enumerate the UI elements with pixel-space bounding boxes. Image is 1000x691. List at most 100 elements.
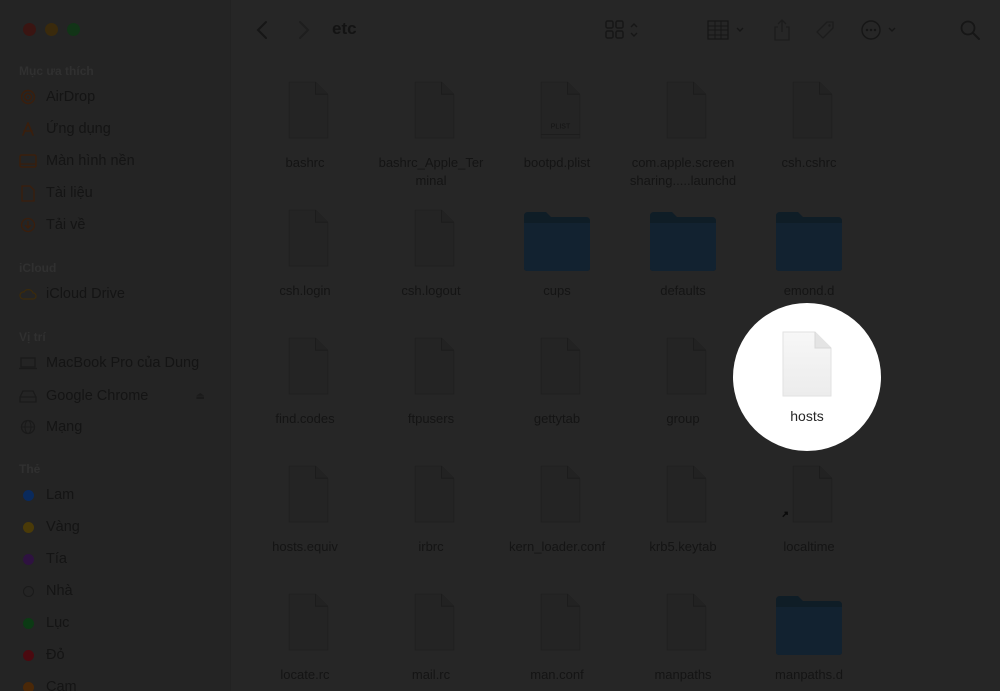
search-icon: [960, 20, 980, 40]
file-item[interactable]: manpaths: [620, 588, 746, 684]
folder-icon: [522, 210, 592, 272]
close-button[interactable]: [23, 23, 36, 36]
maximize-button[interactable]: [67, 23, 80, 36]
tag-color-icon: [19, 582, 37, 600]
file-item[interactable]: localtime: [746, 460, 872, 556]
sidebar-item-applications[interactable]: Ứng dụng: [19, 117, 219, 141]
sidebar-tag-red[interactable]: Đỏ: [19, 643, 219, 667]
file-label: hosts.equiv: [272, 539, 338, 554]
file-item[interactable]: irbrc: [368, 460, 494, 556]
file-item[interactable]: emond.d: [746, 204, 872, 300]
file-item[interactable]: ftpusers: [368, 332, 494, 428]
search-button[interactable]: [958, 16, 982, 44]
file-icon: [403, 588, 459, 656]
file-label: com.apple.screen sharing.....launchd: [629, 155, 737, 188]
file-item[interactable]: bashrc_Apple_Ter minal: [368, 76, 494, 190]
sidebar-item-label: Vàng: [46, 519, 80, 535]
file-item[interactable]: locate.rc: [242, 588, 368, 684]
tag-color-icon: [19, 646, 37, 664]
sidebar-item-downloads[interactable]: Tải về: [19, 213, 219, 237]
file-label: irbrc: [418, 539, 444, 554]
file-icon: [403, 76, 459, 144]
folder-icon: [648, 210, 718, 272]
file-label: bashrc_Apple_Ter minal: [378, 155, 484, 188]
file-item[interactable]: group: [620, 332, 746, 428]
sidebar-item-macbook[interactable]: MacBook Pro của Dung: [19, 351, 219, 375]
file-item[interactable]: PLIST bootpd.plist: [494, 76, 620, 172]
sidebar-item-network[interactable]: Mạng: [19, 415, 219, 439]
file-item[interactable]: csh.logout: [368, 204, 494, 300]
file-item[interactable]: defaults: [620, 204, 746, 300]
file-item[interactable]: csh.login: [242, 204, 368, 300]
file-item[interactable]: com.apple.screen sharing.....launchd: [620, 76, 746, 190]
file-item[interactable]: manpaths.d: [746, 588, 872, 684]
section-title-tags: Thẻ: [19, 462, 41, 476]
file-label: csh.cshrc: [781, 155, 837, 170]
sidebar-tag-home[interactable]: Nhà: [19, 579, 219, 603]
folder-icon: [774, 210, 844, 272]
more-icon: [861, 20, 896, 40]
sidebar-item-label: Lục: [46, 615, 70, 631]
minimize-button[interactable]: [45, 23, 58, 36]
laptop-icon: [19, 354, 37, 372]
file-icon: [277, 332, 333, 400]
file-icon: [403, 204, 459, 272]
share-button[interactable]: [770, 16, 794, 44]
forward-button[interactable]: [294, 16, 314, 44]
file-item[interactable]: mail.rc: [368, 588, 494, 684]
file-item[interactable]: csh.cshrc: [746, 76, 872, 172]
file-item[interactable]: kern_loader.conf: [494, 460, 620, 556]
tag-button[interactable]: [812, 16, 838, 44]
file-label: mail.rc: [411, 667, 451, 682]
tag-color-icon: [19, 518, 37, 536]
file-icon: [403, 332, 459, 400]
sidebar-tag-purple[interactable]: Tía: [19, 547, 219, 571]
file-item[interactable]: krb5.keytab: [620, 460, 746, 556]
back-button[interactable]: [252, 16, 272, 44]
section-title-icloud: iCloud: [19, 261, 57, 275]
forward-icon: [299, 21, 310, 39]
file-label: kern_loader.conf: [508, 539, 606, 554]
file-item[interactable]: hosts.equiv: [242, 460, 368, 556]
section-title-favorites: Mục ưa thích: [19, 64, 94, 78]
file-icon: PLIST: [529, 76, 585, 144]
file-icon: [655, 588, 711, 656]
sidebar-item-documents[interactable]: Tài liệu: [19, 181, 219, 205]
svg-text:PLIST: PLIST: [551, 123, 571, 130]
window-controls: [23, 23, 80, 36]
sidebar-item-label: Google Chrome: [46, 388, 149, 404]
icon-view-icon: [605, 20, 638, 39]
sidebar-item-google-chrome[interactable]: Google Chrome ⏏: [19, 384, 219, 408]
sidebar-tag-orange[interactable]: Cam: [19, 675, 219, 691]
hosts-spotlight[interactable]: hosts: [733, 303, 881, 451]
sidebar-item-label: MacBook Pro của Dung: [46, 355, 200, 371]
sidebar-item-label: AirDrop: [46, 89, 96, 105]
group-button[interactable]: [706, 16, 748, 44]
sidebar-item-airdrop[interactable]: AirDrop: [19, 85, 219, 109]
file-icon: [655, 76, 711, 144]
tag-color-icon: [19, 678, 37, 691]
file-label: csh.logout: [401, 283, 461, 298]
file-item[interactable]: find.codes: [242, 332, 368, 428]
file-label: defaults: [660, 283, 706, 298]
sidebar-item-label: Mạng: [46, 419, 83, 435]
file-item[interactable]: cups: [494, 204, 620, 300]
file-item[interactable]: man.conf: [494, 588, 620, 684]
file-label: csh.login: [279, 283, 331, 298]
sidebar-item-icloud-drive[interactable]: iCloud Drive: [19, 282, 219, 306]
file-item[interactable]: bashrc: [242, 76, 368, 172]
more-actions-button[interactable]: [860, 16, 900, 44]
cloud-icon: [19, 285, 37, 303]
sidebar-tag-green[interactable]: Lục: [19, 611, 219, 635]
file-icon: [529, 332, 585, 400]
desktop-icon: [19, 152, 37, 170]
eject-icon[interactable]: ⏏: [196, 391, 205, 402]
sidebar-tag-blue[interactable]: Lam: [19, 483, 219, 507]
sidebar-tag-yellow[interactable]: Vàng: [19, 515, 219, 539]
sidebar-item-desktop[interactable]: Màn hình nền: [19, 149, 219, 173]
file-label: group: [666, 411, 700, 426]
view-mode-button[interactable]: [604, 16, 644, 44]
alias-file-icon: [781, 460, 837, 528]
disk-icon: [19, 387, 37, 405]
file-item[interactable]: gettytab: [494, 332, 620, 428]
